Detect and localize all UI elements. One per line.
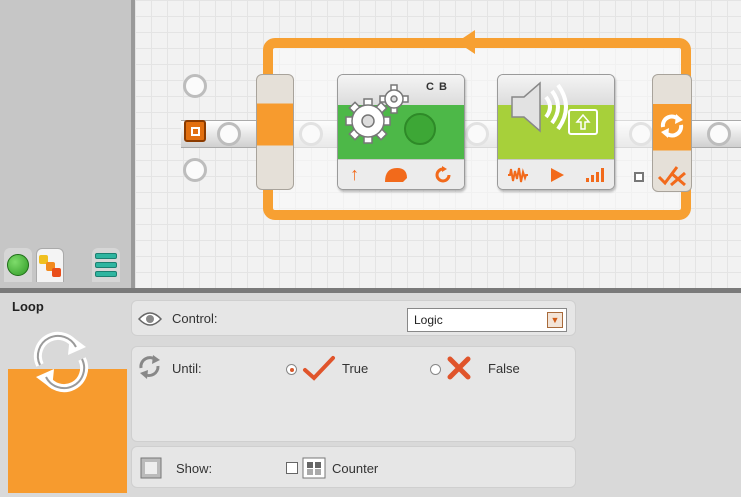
chevron-down-icon[interactable]: ▼ (547, 312, 563, 328)
palette-area (0, 0, 131, 290)
duration-rotation-icon (435, 165, 451, 182)
program-canvas[interactable]: C B ↑ (135, 0, 741, 288)
tab-complete-palette[interactable] (36, 248, 64, 282)
until-row: Until: True False (131, 346, 576, 442)
steering-icon (385, 167, 408, 182)
start-block[interactable] (177, 70, 213, 192)
show-row: Show: Counter (131, 446, 576, 488)
tab-custom-palette[interactable] (92, 248, 120, 282)
cross-icon (447, 356, 471, 380)
counter-label[interactable]: Counter (332, 461, 378, 476)
start-icon (184, 120, 206, 142)
control-label: Control: (172, 311, 218, 326)
loop-arrows-icon (139, 355, 160, 379)
sound-file-icon (508, 167, 529, 182)
show-label: Show: (176, 461, 213, 476)
loop-start-pillar[interactable] (256, 74, 294, 190)
control-value: Logic (414, 313, 443, 327)
tab-common-palette[interactable] (4, 248, 32, 282)
gears-icon (345, 84, 409, 144)
config-panel: Loop Control: Logic ▼ Until: True False … (0, 293, 741, 497)
loop-arrows-icon (660, 114, 684, 138)
block-name: Loop (12, 299, 44, 314)
volume-icon (585, 167, 604, 182)
speaker-icon (511, 81, 568, 133)
colored-squares-icon (39, 254, 61, 277)
data-plug[interactable] (634, 172, 644, 182)
eye-icon (138, 312, 162, 326)
start-connector-top (183, 74, 207, 98)
true-label[interactable]: True (342, 361, 368, 376)
motor-ports-label: C B (426, 81, 448, 93)
control-dropdown[interactable]: Logic ▼ (407, 308, 567, 332)
start-connector-bottom (183, 158, 207, 182)
beam-connector (217, 122, 241, 146)
loop-end-pillar[interactable] (652, 74, 692, 192)
motor-power-knob (404, 113, 436, 145)
beam-connector (707, 122, 731, 146)
until-label: Until: (172, 361, 202, 376)
loop-arrows-icon (33, 331, 89, 393)
loop-direction-arrow (457, 30, 475, 54)
control-row: Control: Logic ▼ (131, 300, 576, 336)
green-circle-icon (7, 254, 29, 276)
false-label[interactable]: False (488, 361, 520, 376)
stacked-bars-icon (95, 253, 117, 277)
counter-plug-icon (302, 457, 326, 479)
false-radio[interactable] (430, 364, 441, 375)
logic-check-icon (657, 166, 686, 187)
counter-icon (140, 457, 162, 479)
direction-up-icon: ↑ (350, 164, 360, 184)
counter-checkbox[interactable] (286, 462, 298, 474)
upload-icon (568, 109, 598, 135)
loop-frame[interactable] (263, 38, 691, 220)
sound-block[interactable] (497, 74, 615, 190)
play-icon (550, 167, 564, 182)
true-radio[interactable] (286, 364, 297, 375)
check-icon (303, 356, 335, 381)
motor-block[interactable]: C B ↑ (337, 74, 465, 190)
